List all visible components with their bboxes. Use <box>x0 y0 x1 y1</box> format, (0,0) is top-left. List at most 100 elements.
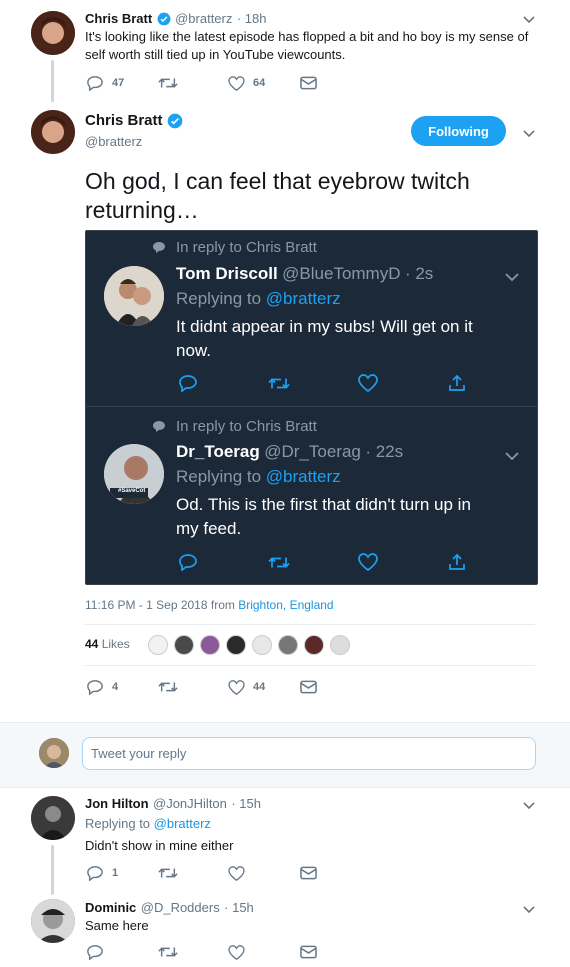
embed-actions <box>178 374 466 392</box>
reply-button[interactable] <box>178 374 268 392</box>
retweet-button[interactable] <box>158 945 228 959</box>
tweet-time[interactable]: · 18h <box>237 11 267 26</box>
reply-button[interactable] <box>178 553 268 571</box>
dm-button[interactable] <box>300 680 317 694</box>
avatar-tom-driscoll[interactable] <box>104 266 164 326</box>
liker-avatar[interactable] <box>330 635 350 655</box>
user-handle[interactable]: @bratterz <box>85 134 142 149</box>
tweet-time[interactable]: · 15h <box>231 796 261 811</box>
main-header: Chris Bratt <box>85 112 183 130</box>
divider <box>85 665 535 666</box>
reply-count: 1 <box>112 867 119 879</box>
retweet-button[interactable] <box>268 555 358 570</box>
liker-avatar[interactable] <box>226 635 246 655</box>
avatar-image <box>31 796 75 840</box>
embed-actions <box>178 553 466 571</box>
dm-button[interactable] <box>300 945 317 959</box>
reply-context-text: In reply to Chris Bratt <box>176 418 317 435</box>
user-handle[interactable]: @JonJHilton <box>153 796 227 811</box>
current-user-avatar[interactable] <box>39 738 69 768</box>
user-name[interactable]: Chris Bratt <box>85 112 163 129</box>
user-handle[interactable]: @D_Rodders <box>141 900 220 915</box>
user-name[interactable]: Dr_Toerag <box>176 442 260 461</box>
tweet-time[interactable]: · 22s <box>365 442 403 461</box>
user-name[interactable]: Dominic <box>85 900 136 915</box>
tweet-text-line: now. <box>176 341 211 360</box>
reply-icon <box>87 945 103 960</box>
like-button[interactable] <box>228 865 300 881</box>
avatar-image <box>31 11 75 55</box>
chevron-down-icon[interactable] <box>522 902 536 920</box>
like-button[interactable] <box>358 553 448 571</box>
reply-button[interactable]: 1 <box>86 865 158 881</box>
tweet-timestamp: 11:16 PM - 1 Sep 2018 from Brighton, Eng… <box>85 598 334 612</box>
following-button[interactable]: Following <box>411 116 506 146</box>
chevron-down-icon[interactable] <box>522 798 536 816</box>
chevron-down-icon[interactable] <box>504 269 520 287</box>
tweet1-actions: 47 64 <box>86 75 317 91</box>
tweet-time[interactable]: · 15h <box>224 900 254 915</box>
avatar-dr-toerag[interactable]: #SaveCot <box>104 444 164 504</box>
retweet-button[interactable] <box>158 866 228 880</box>
like-icon <box>228 75 245 91</box>
avatar-chris-bratt[interactable] <box>31 11 75 55</box>
tweet-text-line: my feed. <box>176 519 242 538</box>
dm-button[interactable] <box>300 76 317 90</box>
replying-to-link[interactable]: @bratterz <box>154 816 211 831</box>
user-name[interactable]: Tom Driscoll <box>176 264 278 283</box>
tweet1-text: It's looking like the latest episode has… <box>85 28 545 64</box>
reply-button[interactable]: 47 <box>86 75 158 91</box>
chevron-down-icon[interactable] <box>504 448 520 466</box>
reply-count: 47 <box>112 77 125 89</box>
dm-button[interactable] <box>300 866 317 880</box>
share-button[interactable] <box>448 374 466 392</box>
chevron-down-icon[interactable] <box>522 126 536 144</box>
liker-avatar[interactable] <box>200 635 220 655</box>
replying-label: Replying to <box>176 289 266 308</box>
avatar-image <box>104 266 164 326</box>
retweet-icon <box>268 377 290 389</box>
reply-button[interactable] <box>86 944 158 960</box>
embed-text: It didnt appear in my subs! Will get on … <box>176 315 473 363</box>
dm-icon <box>300 945 317 959</box>
liker-avatar[interactable] <box>148 635 168 655</box>
liker-avatar[interactable] <box>252 635 272 655</box>
user-handle[interactable]: @BlueTommyD <box>282 264 400 283</box>
user-name[interactable]: Chris Bratt <box>85 11 152 26</box>
avatar-jon-hilton[interactable] <box>31 796 75 840</box>
like-button[interactable]: 44 <box>228 679 300 695</box>
user-handle[interactable]: @bratterz <box>175 11 232 26</box>
likes-summary[interactable]: 44 Likes <box>85 637 130 651</box>
replying-to-link[interactable]: @bratterz <box>266 467 341 486</box>
reply-input[interactable]: Tweet your reply <box>82 737 536 770</box>
retweet-icon <box>158 868 178 878</box>
retweet-icon <box>158 78 178 88</box>
liker-avatar[interactable] <box>174 635 194 655</box>
tweet-text-line: Oh god, I can feel that eyebrow twitch <box>85 168 470 194</box>
share-button[interactable] <box>448 553 466 571</box>
user-handle[interactable]: @Dr_Toerag <box>264 442 361 461</box>
reply-placeholder: Tweet your reply <box>91 746 187 761</box>
avatar-dominic[interactable] <box>31 899 75 943</box>
reply-icon <box>179 375 197 392</box>
liker-avatar[interactable] <box>278 635 298 655</box>
like-button[interactable]: 64 <box>228 75 300 91</box>
main-actions: 4 44 <box>86 679 317 695</box>
reply-button[interactable]: 4 <box>86 679 158 695</box>
tweet-time[interactable]: · 2s <box>405 264 433 283</box>
retweet-button[interactable] <box>158 76 228 90</box>
reply-icon <box>179 554 197 571</box>
embed-header: Dr_Toerag @Dr_Toerag · 22s <box>176 442 403 462</box>
like-button[interactable] <box>228 944 300 960</box>
location-link[interactable]: Brighton, England <box>238 598 333 612</box>
retweet-button[interactable] <box>268 376 358 391</box>
avatar-chris-bratt-main[interactable] <box>31 110 75 154</box>
replying-to-link[interactable]: @bratterz <box>266 289 341 308</box>
embedded-replies[interactable]: In reply to Chris Bratt Tom Driscoll @Bl… <box>85 230 538 585</box>
retweet-button[interactable] <box>158 680 228 694</box>
like-icon <box>228 865 245 881</box>
liker-avatar[interactable] <box>304 635 324 655</box>
user-name[interactable]: Jon Hilton <box>85 796 149 811</box>
like-button[interactable] <box>358 374 448 392</box>
reply1-actions: 1 <box>86 865 317 881</box>
